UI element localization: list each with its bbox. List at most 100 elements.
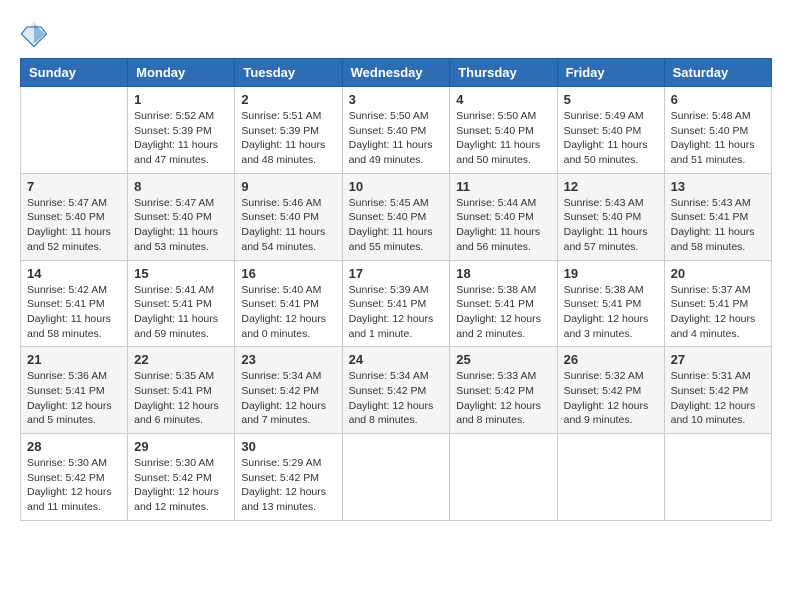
calendar-cell: 23 Sunrise: 5:34 AM Sunset: 5:42 PM Dayli… bbox=[235, 347, 342, 434]
day-number: 27 bbox=[671, 352, 765, 367]
weekday-header: Friday bbox=[557, 59, 664, 87]
day-number: 11 bbox=[456, 179, 550, 194]
day-info: Sunrise: 5:38 AM Sunset: 5:41 PM Dayligh… bbox=[456, 283, 550, 342]
weekday-header: Saturday bbox=[664, 59, 771, 87]
day-number: 17 bbox=[349, 266, 444, 281]
weekday-header: Sunday bbox=[21, 59, 128, 87]
calendar-cell: 18 Sunrise: 5:38 AM Sunset: 5:41 PM Dayli… bbox=[450, 260, 557, 347]
calendar-cell: 5 Sunrise: 5:49 AM Sunset: 5:40 PM Daylig… bbox=[557, 87, 664, 174]
day-info: Sunrise: 5:51 AM Sunset: 5:39 PM Dayligh… bbox=[241, 109, 335, 168]
weekday-header: Wednesday bbox=[342, 59, 450, 87]
calendar-cell: 2 Sunrise: 5:51 AM Sunset: 5:39 PM Daylig… bbox=[235, 87, 342, 174]
day-number: 2 bbox=[241, 92, 335, 107]
day-info: Sunrise: 5:33 AM Sunset: 5:42 PM Dayligh… bbox=[456, 369, 550, 428]
day-info: Sunrise: 5:34 AM Sunset: 5:42 PM Dayligh… bbox=[241, 369, 335, 428]
calendar-cell: 4Sunrise: 5:50 AM Sunset: 5:40 PM Daylig… bbox=[450, 87, 557, 174]
weekday-header: Tuesday bbox=[235, 59, 342, 87]
calendar-cell: 1 Sunrise: 5:52 AM Sunset: 5:39 PM Daylig… bbox=[128, 87, 235, 174]
day-number: 30 bbox=[241, 439, 335, 454]
calendar-cell bbox=[664, 434, 771, 521]
calendar-week-row: 28Sunrise: 5:30 AM Sunset: 5:42 PM Dayli… bbox=[21, 434, 772, 521]
calendar-week-row: 7 Sunrise: 5:47 AM Sunset: 5:40 PM Daylig… bbox=[21, 173, 772, 260]
day-number: 1 bbox=[134, 92, 228, 107]
day-info: Sunrise: 5:32 AM Sunset: 5:42 PM Dayligh… bbox=[564, 369, 658, 428]
calendar-cell: 30Sunrise: 5:29 AM Sunset: 5:42 PM Dayli… bbox=[235, 434, 342, 521]
calendar-cell: 21 Sunrise: 5:36 AM Sunset: 5:41 PM Dayli… bbox=[21, 347, 128, 434]
calendar-cell: 17 Sunrise: 5:39 AM Sunset: 5:41 PM Dayli… bbox=[342, 260, 450, 347]
calendar-week-row: 14 Sunrise: 5:42 AM Sunset: 5:41 PM Dayli… bbox=[21, 260, 772, 347]
calendar-body: 1 Sunrise: 5:52 AM Sunset: 5:39 PM Daylig… bbox=[21, 87, 772, 521]
day-number: 12 bbox=[564, 179, 658, 194]
day-info: Sunrise: 5:39 AM Sunset: 5:41 PM Dayligh… bbox=[349, 283, 444, 342]
calendar-cell: 27 Sunrise: 5:31 AM Sunset: 5:42 PM Dayli… bbox=[664, 347, 771, 434]
calendar-cell: 25 Sunrise: 5:33 AM Sunset: 5:42 PM Dayli… bbox=[450, 347, 557, 434]
day-number: 16 bbox=[241, 266, 335, 281]
calendar-cell: 6 Sunrise: 5:48 AM Sunset: 5:40 PM Daylig… bbox=[664, 87, 771, 174]
weekday-header: Monday bbox=[128, 59, 235, 87]
day-number: 4 bbox=[456, 92, 550, 107]
day-info: Sunrise: 5:35 AM Sunset: 5:41 PM Dayligh… bbox=[134, 369, 228, 428]
day-number: 5 bbox=[564, 92, 658, 107]
calendar-cell bbox=[450, 434, 557, 521]
day-info: Sunrise: 5:46 AM Sunset: 5:40 PM Dayligh… bbox=[241, 196, 335, 255]
calendar-cell: 29Sunrise: 5:30 AM Sunset: 5:42 PM Dayli… bbox=[128, 434, 235, 521]
calendar-cell: 14 Sunrise: 5:42 AM Sunset: 5:41 PM Dayli… bbox=[21, 260, 128, 347]
logo bbox=[20, 20, 52, 48]
day-info: Sunrise: 5:47 AM Sunset: 5:40 PM Dayligh… bbox=[27, 196, 121, 255]
day-number: 18 bbox=[456, 266, 550, 281]
day-info: Sunrise: 5:42 AM Sunset: 5:41 PM Dayligh… bbox=[27, 283, 121, 342]
day-info: Sunrise: 5:44 AM Sunset: 5:40 PM Dayligh… bbox=[456, 196, 550, 255]
calendar-cell: 16 Sunrise: 5:40 AM Sunset: 5:41 PM Dayli… bbox=[235, 260, 342, 347]
day-number: 21 bbox=[27, 352, 121, 367]
calendar-cell: 19Sunrise: 5:38 AM Sunset: 5:41 PM Dayli… bbox=[557, 260, 664, 347]
calendar-cell: 3Sunrise: 5:50 AM Sunset: 5:40 PM Daylig… bbox=[342, 87, 450, 174]
day-number: 25 bbox=[456, 352, 550, 367]
calendar-cell: 15 Sunrise: 5:41 AM Sunset: 5:41 PM Dayli… bbox=[128, 260, 235, 347]
calendar-week-row: 1 Sunrise: 5:52 AM Sunset: 5:39 PM Daylig… bbox=[21, 87, 772, 174]
day-number: 19 bbox=[564, 266, 658, 281]
calendar-cell: 13 Sunrise: 5:43 AM Sunset: 5:41 PM Dayli… bbox=[664, 173, 771, 260]
calendar-cell bbox=[342, 434, 450, 521]
day-number: 22 bbox=[134, 352, 228, 367]
calendar-cell: 7 Sunrise: 5:47 AM Sunset: 5:40 PM Daylig… bbox=[21, 173, 128, 260]
calendar-cell: 24 Sunrise: 5:34 AM Sunset: 5:42 PM Dayli… bbox=[342, 347, 450, 434]
calendar-week-row: 21 Sunrise: 5:36 AM Sunset: 5:41 PM Dayli… bbox=[21, 347, 772, 434]
day-number: 3 bbox=[349, 92, 444, 107]
calendar-cell: 9 Sunrise: 5:46 AM Sunset: 5:40 PM Daylig… bbox=[235, 173, 342, 260]
calendar-cell bbox=[557, 434, 664, 521]
day-number: 9 bbox=[241, 179, 335, 194]
day-info: Sunrise: 5:41 AM Sunset: 5:41 PM Dayligh… bbox=[134, 283, 228, 342]
day-number: 6 bbox=[671, 92, 765, 107]
day-number: 14 bbox=[27, 266, 121, 281]
calendar-cell: 10 Sunrise: 5:45 AM Sunset: 5:40 PM Dayli… bbox=[342, 173, 450, 260]
day-info: Sunrise: 5:43 AM Sunset: 5:41 PM Dayligh… bbox=[671, 196, 765, 255]
logo-icon bbox=[20, 20, 48, 48]
day-info: Sunrise: 5:30 AM Sunset: 5:42 PM Dayligh… bbox=[27, 456, 121, 515]
calendar-cell bbox=[21, 87, 128, 174]
day-number: 26 bbox=[564, 352, 658, 367]
day-info: Sunrise: 5:48 AM Sunset: 5:40 PM Dayligh… bbox=[671, 109, 765, 168]
day-info: Sunrise: 5:34 AM Sunset: 5:42 PM Dayligh… bbox=[349, 369, 444, 428]
day-info: Sunrise: 5:43 AM Sunset: 5:40 PM Dayligh… bbox=[564, 196, 658, 255]
calendar-table: SundayMondayTuesdayWednesdayThursdayFrid… bbox=[20, 58, 772, 521]
day-number: 13 bbox=[671, 179, 765, 194]
day-number: 23 bbox=[241, 352, 335, 367]
day-info: Sunrise: 5:31 AM Sunset: 5:42 PM Dayligh… bbox=[671, 369, 765, 428]
day-number: 24 bbox=[349, 352, 444, 367]
calendar-cell: 20Sunrise: 5:37 AM Sunset: 5:41 PM Dayli… bbox=[664, 260, 771, 347]
calendar-cell: 26 Sunrise: 5:32 AM Sunset: 5:42 PM Dayli… bbox=[557, 347, 664, 434]
calendar-header-row: SundayMondayTuesdayWednesdayThursdayFrid… bbox=[21, 59, 772, 87]
calendar-cell: 22 Sunrise: 5:35 AM Sunset: 5:41 PM Dayli… bbox=[128, 347, 235, 434]
day-info: Sunrise: 5:47 AM Sunset: 5:40 PM Dayligh… bbox=[134, 196, 228, 255]
day-number: 8 bbox=[134, 179, 228, 194]
day-info: Sunrise: 5:40 AM Sunset: 5:41 PM Dayligh… bbox=[241, 283, 335, 342]
day-number: 15 bbox=[134, 266, 228, 281]
day-info: Sunrise: 5:36 AM Sunset: 5:41 PM Dayligh… bbox=[27, 369, 121, 428]
page-header bbox=[20, 20, 772, 48]
day-number: 10 bbox=[349, 179, 444, 194]
day-info: Sunrise: 5:49 AM Sunset: 5:40 PM Dayligh… bbox=[564, 109, 658, 168]
day-number: 20 bbox=[671, 266, 765, 281]
day-info: Sunrise: 5:52 AM Sunset: 5:39 PM Dayligh… bbox=[134, 109, 228, 168]
day-number: 7 bbox=[27, 179, 121, 194]
day-info: Sunrise: 5:45 AM Sunset: 5:40 PM Dayligh… bbox=[349, 196, 444, 255]
